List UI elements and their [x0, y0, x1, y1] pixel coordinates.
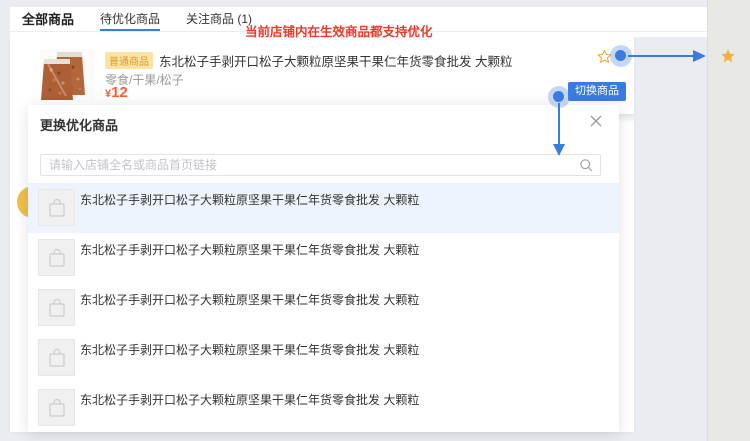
- arrow-down-icon: [551, 103, 567, 157]
- product-thumbnail-placeholder: [38, 389, 75, 426]
- list-item-title: 东北松子手剥开口松子大颗粒原坚果干果仁年货零食批发 大颗粒: [80, 191, 419, 208]
- bag-icon: [48, 398, 66, 418]
- right-dock-panel: [707, 0, 750, 441]
- click-indicator-dot: [615, 50, 626, 61]
- front-bag: [41, 59, 73, 100]
- product-image: [40, 49, 95, 101]
- card-edge-shadow: [619, 114, 634, 123]
- bag-icon: [48, 348, 66, 368]
- arrow-right-icon: [626, 48, 708, 64]
- close-icon[interactable]: [588, 113, 604, 129]
- dock-star-icon[interactable]: [720, 48, 736, 64]
- list-item-title: 东北松子手剥开口松子大颗粒原坚果干果仁年货零食批发 大颗粒: [80, 241, 419, 258]
- tab-all-products[interactable]: 全部商品: [22, 7, 74, 31]
- page-root: 全部商品 待优化商品 关注商品 (1) 当前店铺内在生效商品都支持优化 普通商品…: [0, 0, 750, 441]
- product-thumbnail-placeholder: [38, 189, 75, 226]
- list-item[interactable]: 东北松子手剥开口松子大颗粒原坚果干果仁年货零食批发 大颗粒: [28, 383, 619, 432]
- product-thumbnail-placeholder: [38, 339, 75, 376]
- tab-followed[interactable]: 关注商品 (1): [186, 7, 252, 31]
- list-item-title: 东北松子手剥开口松子大颗粒原坚果干果仁年货零食批发 大颗粒: [80, 391, 419, 408]
- tab-to-optimize[interactable]: 待优化商品: [100, 7, 160, 31]
- search-icon[interactable]: [579, 158, 593, 172]
- annotation-text: 当前店铺内在生效商品都支持优化: [245, 21, 433, 40]
- search-bar: [40, 154, 601, 176]
- change-product-modal: 更换优化商品 东北松子手剥开口松子大颗粒原坚果干果仁年货零食批发 大颗粒: [28, 105, 619, 432]
- price-value: 12: [111, 84, 128, 101]
- switch-product-button[interactable]: 切换商品: [568, 82, 626, 101]
- list-item[interactable]: 东北松子手剥开口松子大颗粒原坚果干果仁年货零食批发 大颗粒: [28, 333, 619, 383]
- bag-icon: [48, 198, 66, 218]
- modal-title: 更换优化商品: [40, 115, 118, 134]
- list-item-title: 东北松子手剥开口松子大颗粒原坚果干果仁年货零食批发 大颗粒: [80, 341, 419, 358]
- list-item[interactable]: 东北松子手剥开口松子大颗粒原坚果干果仁年货零食批发 大颗粒: [28, 283, 619, 333]
- list-item[interactable]: 东北松子手剥开口松子大颗粒原坚果干果仁年货零食批发 大颗粒: [28, 233, 619, 283]
- bag-icon: [48, 248, 66, 268]
- product-title: 东北松子手剥开口松子大颗粒原坚果干果仁年货零食批发 大颗粒: [159, 51, 512, 70]
- product-thumbnail-placeholder: [38, 289, 75, 326]
- list-item-title: 东北松子手剥开口松子大颗粒原坚果干果仁年货零食批发 大颗粒: [80, 291, 419, 308]
- product-price: ¥12: [105, 84, 128, 102]
- list-item[interactable]: 东北松子手剥开口松子大颗粒原坚果干果仁年货零食批发 大颗粒: [28, 183, 619, 233]
- product-type-badge: 普通商品: [105, 52, 153, 69]
- bag-icon: [48, 298, 66, 318]
- search-input[interactable]: [40, 154, 601, 176]
- click-indicator-dot: [553, 91, 564, 102]
- product-thumbnail-placeholder: [38, 239, 75, 276]
